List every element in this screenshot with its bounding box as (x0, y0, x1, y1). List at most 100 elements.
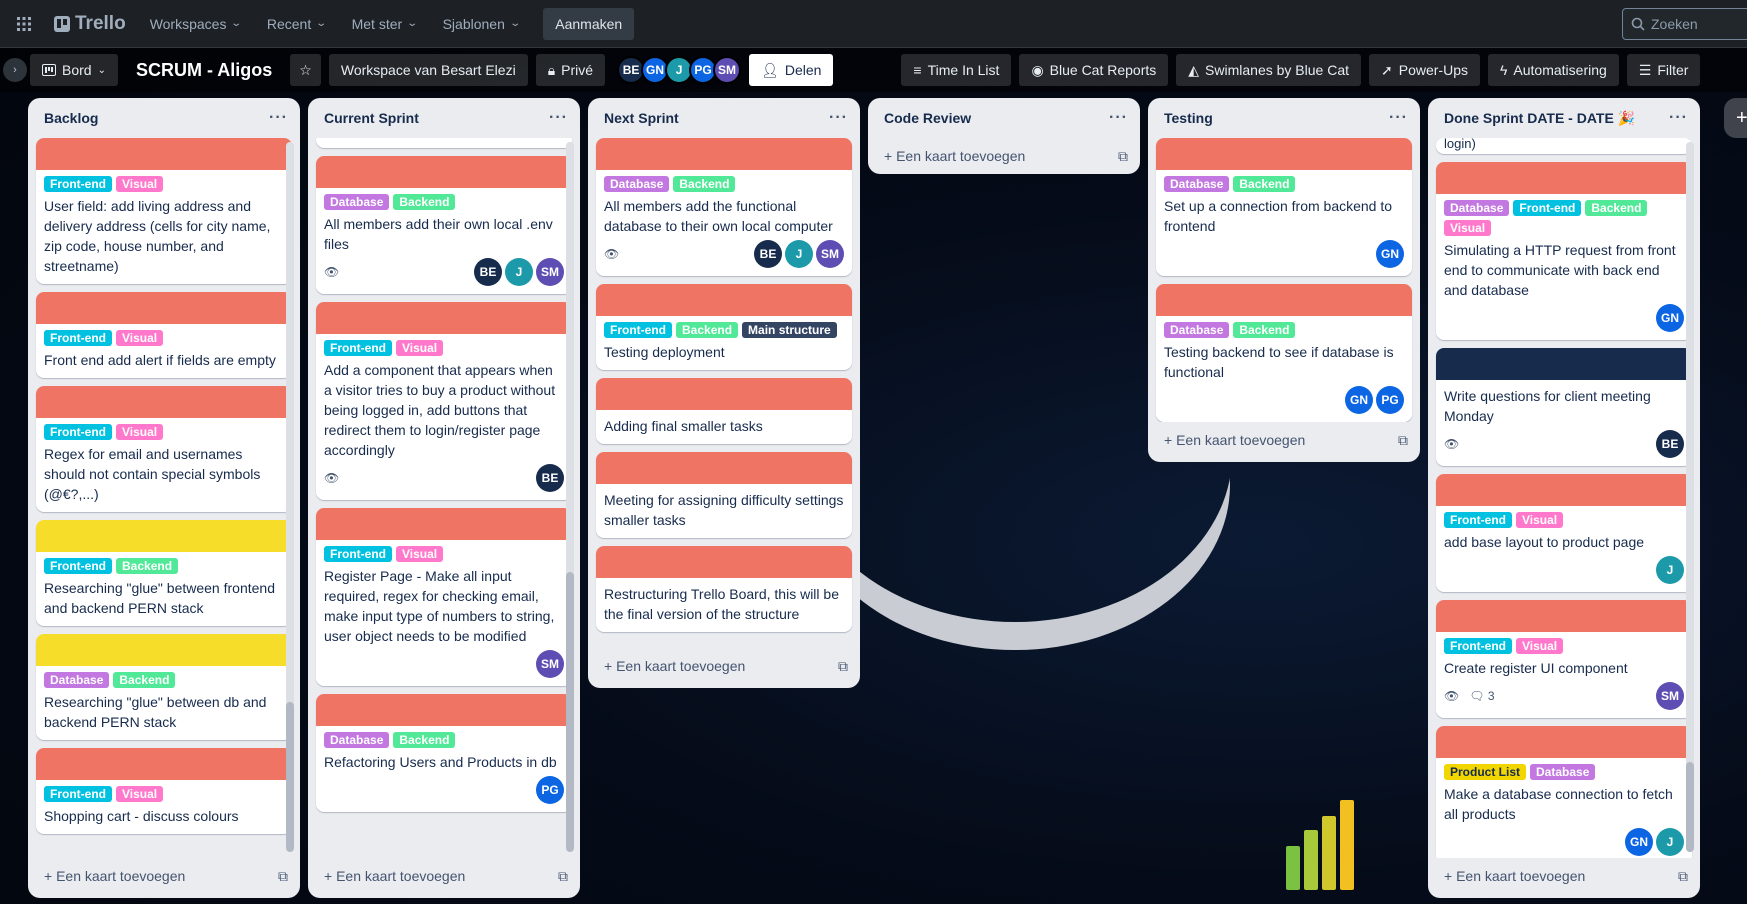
avatar[interactable]: SM (713, 56, 742, 84)
label-database[interactable]: Database (1530, 764, 1596, 780)
avatar[interactable]: J (785, 240, 813, 268)
avatar[interactable]: BE (754, 240, 782, 268)
visibility-button[interactable]: 🔒︎ Privé (535, 54, 606, 86)
scrollbar-thumb[interactable] (1686, 762, 1694, 852)
menu-templates[interactable]: Sjablonen ⌄ (433, 8, 530, 40)
card[interactable]: Front-end Backend Main structure Testing de… (596, 284, 852, 370)
card[interactable]: Database Backend Testing backend to see if… (1156, 284, 1412, 422)
menu-starred[interactable]: Met ster ⌄ (342, 8, 427, 40)
label-visual[interactable]: Visual (116, 786, 164, 802)
label-front-end[interactable]: Front-end (324, 340, 392, 356)
list-menu-icon[interactable]: ··· (1669, 109, 1688, 127)
label-visual[interactable]: Visual (116, 176, 164, 192)
label-visual[interactable]: Visual (116, 330, 164, 346)
label-database[interactable]: Database (1164, 176, 1230, 192)
card[interactable]: Front-end Visual Add a component that appe… (316, 302, 572, 500)
label-database[interactable]: Database (324, 732, 390, 748)
label-backend[interactable]: Backend (1585, 200, 1648, 216)
filter-button[interactable]: ☰ Filter (1626, 54, 1701, 86)
list-header[interactable]: Code Review ··· (868, 98, 1140, 138)
card[interactable]: Database Front-end Backend Visual Simulating… (1436, 162, 1692, 340)
avatar[interactable]: GN (1656, 304, 1684, 332)
avatar[interactable]: SM (816, 240, 844, 268)
blue-cat-reports-button[interactable]: ◉ Blue Cat Reports (1019, 54, 1169, 86)
label-visual[interactable]: Visual (1444, 220, 1492, 236)
label-front-end[interactable]: Front-end (324, 546, 392, 562)
workspace-button[interactable]: Workspace van Besart Elezi (328, 54, 528, 86)
label-front-end[interactable]: Front-end (44, 424, 112, 440)
add-card-button[interactable]: + Een kaart toevoegen ⧉ (588, 648, 860, 684)
list-header[interactable]: Next Sprint ··· (588, 98, 860, 138)
swimlanes-button[interactable]: ◭ Swimlanes by Blue Cat (1176, 54, 1361, 86)
label-backend[interactable]: Backend (113, 672, 176, 688)
card[interactable]: Database Backend Refactoring Users and Pro… (316, 694, 572, 812)
list-header[interactable]: Current Sprint ··· (308, 98, 580, 138)
label-backend[interactable]: Backend (676, 322, 739, 338)
create-button[interactable]: Aanmaken (543, 7, 635, 40)
avatar[interactable]: GN (1625, 828, 1653, 856)
menu-workspaces[interactable]: Workspaces ⌄ (140, 8, 251, 40)
add-card-button[interactable]: + Een kaart toevoegen ⧉ (28, 858, 300, 894)
avatar[interactable]: GN (1345, 386, 1373, 414)
partial-card[interactable]: login) (1436, 138, 1692, 154)
list-title[interactable]: Code Review (884, 110, 971, 126)
label-backend[interactable]: Backend (116, 558, 179, 574)
card[interactable]: Product List Database Make a database conn… (1436, 726, 1692, 858)
list-header[interactable]: Backlog ··· (28, 98, 300, 138)
avatar[interactable]: J (1656, 556, 1684, 584)
label-database[interactable]: Database (1444, 200, 1510, 216)
list-title[interactable]: Current Sprint (324, 110, 419, 126)
list-title[interactable]: Next Sprint (604, 110, 679, 126)
partial-card[interactable] (316, 138, 572, 148)
label-database[interactable]: Database (604, 176, 670, 192)
list-menu-icon[interactable]: ··· (549, 109, 568, 127)
list-scrollbar[interactable] (566, 142, 574, 852)
board-view-switcher[interactable]: Bord ⌄ (30, 54, 118, 86)
label-front-end[interactable]: Front-end (604, 322, 672, 338)
template-icon[interactable]: ⧉ (558, 868, 568, 885)
card[interactable]: Front-end Visual Front end add alert if fi… (36, 292, 292, 378)
label-database[interactable]: Database (1164, 322, 1230, 338)
label-main-structure[interactable]: Main structure (742, 322, 837, 338)
time-in-list-button[interactable]: ≡ Time In List (901, 54, 1012, 86)
search-input[interactable]: Zoeken (1622, 8, 1747, 40)
expand-sidebar-icon[interactable]: › (3, 58, 27, 82)
add-card-button[interactable]: + Een kaart toevoegen ⧉ (1428, 858, 1700, 894)
card[interactable]: Restructuring Trello Board, this will be… (596, 546, 852, 632)
label-front-end[interactable]: Front-end (44, 786, 112, 802)
list-menu-icon[interactable]: ··· (1389, 109, 1408, 127)
card[interactable]: Front-end Visual Regex for email and usern… (36, 386, 292, 512)
label-front-end[interactable]: Front-end (44, 176, 112, 192)
list-scrollbar[interactable] (286, 142, 294, 852)
list-header[interactable]: Done Sprint DATE - DATE 🎉 ··· (1428, 98, 1700, 138)
avatar[interactable]: GN (1376, 240, 1404, 268)
scrollbar-thumb[interactable] (566, 572, 574, 852)
label-product-list[interactable]: Product List (1444, 764, 1527, 780)
card[interactable]: Front-end Visual Shopping cart - discuss c… (36, 748, 292, 834)
card[interactable]: Write questions for client meeting Monda… (1436, 348, 1692, 466)
share-button[interactable]: 👤︎ Delen (749, 54, 834, 86)
card[interactable]: Adding final smaller tasks (596, 378, 852, 444)
trello-logo[interactable]: Trello (46, 13, 134, 35)
scrollbar-thumb[interactable] (286, 702, 294, 852)
list-header[interactable]: Testing ··· (1148, 98, 1420, 138)
avatar[interactable]: J (1656, 828, 1684, 856)
template-icon[interactable]: ⧉ (1678, 868, 1688, 885)
card[interactable]: Database Backend Researching "glue" betwee… (36, 634, 292, 740)
avatar[interactable]: BE (536, 464, 564, 492)
avatar[interactable]: J (505, 258, 533, 286)
power-ups-button[interactable]: ➚ Power-Ups (1369, 54, 1480, 86)
add-card-button[interactable]: + Een kaart toevoegen ⧉ (868, 138, 1140, 174)
label-backend[interactable]: Backend (1233, 322, 1296, 338)
card[interactable]: Front-end Visual Register Page - Make all … (316, 508, 572, 686)
menu-recent[interactable]: Recent ⌄ (257, 8, 336, 40)
list-title[interactable]: Done Sprint DATE - DATE 🎉 (1444, 110, 1635, 127)
label-front-end[interactable]: Front-end (1513, 200, 1582, 216)
add-card-button[interactable]: + Een kaart toevoegen ⧉ (308, 858, 580, 894)
add-list-button[interactable]: + (1724, 98, 1747, 138)
label-front-end[interactable]: Front-end (44, 330, 112, 346)
list-menu-icon[interactable]: ··· (269, 109, 288, 127)
list-menu-icon[interactable]: ··· (1109, 109, 1128, 127)
app-switcher-icon[interactable] (8, 8, 40, 40)
label-database[interactable]: Database (324, 194, 390, 210)
